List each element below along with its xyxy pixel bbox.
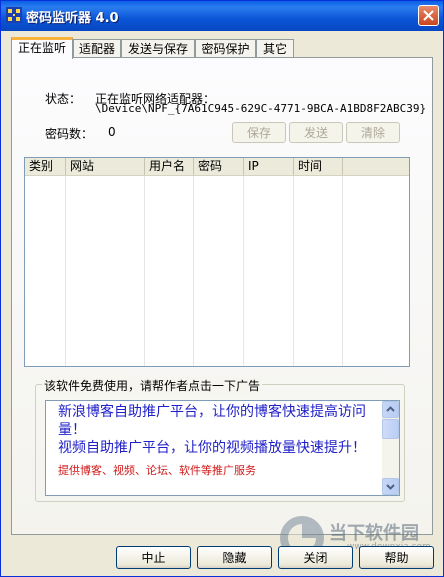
tab-label: 发送与保存 bbox=[127, 42, 188, 56]
column-header-ip[interactable]: IP bbox=[244, 158, 294, 175]
ad-panel[interactable]: 新浪博客自助推广平台，让你的博客快速提高访问量！ 视频自助推广平台，让你的视频播… bbox=[45, 400, 400, 496]
password-list[interactable]: 类别 网站 用户名 密码 IP 时间 bbox=[24, 157, 410, 367]
column-divider bbox=[144, 176, 145, 366]
password-count-value: 0 bbox=[108, 125, 116, 139]
status-label: 状态： bbox=[45, 92, 82, 106]
tab-adapter[interactable]: 适配器 bbox=[73, 39, 121, 57]
help-button[interactable]: 帮助 bbox=[359, 546, 434, 569]
column-divider bbox=[342, 176, 343, 366]
column-label: 密码 bbox=[198, 159, 223, 173]
column-header-category[interactable]: 类别 bbox=[25, 158, 66, 175]
title-bar[interactable]: 密码监听器 4.0 bbox=[1, 1, 443, 31]
column-label: IP bbox=[248, 159, 259, 173]
column-divider bbox=[243, 176, 244, 366]
column-divider bbox=[293, 176, 294, 366]
column-label: 类别 bbox=[29, 159, 54, 173]
ad-link-blog[interactable]: 新浪博客自助推广平台，让你的博客快速提高访问量！ bbox=[58, 403, 376, 439]
ad-link-video[interactable]: 视频自助推广平台，让你的视频播放量快速提升！ bbox=[58, 439, 376, 457]
save-button[interactable]: 保存 bbox=[232, 122, 286, 143]
tab-password-protect[interactable]: 密码保护 bbox=[195, 39, 256, 57]
column-label: 时间 bbox=[298, 159, 323, 173]
column-divider bbox=[65, 176, 66, 366]
close-button[interactable]: 关闭 bbox=[278, 546, 353, 569]
send-button[interactable]: 发送 bbox=[289, 122, 343, 143]
adapter-path: \Device\NPF_{7A61C945-629C-4771-9BCA-A1B… bbox=[95, 102, 427, 115]
column-header-password[interactable]: 密码 bbox=[194, 158, 244, 175]
chevron-down-icon bbox=[386, 484, 395, 490]
ad-group-title: 该软件免费使用，请帮作者点击一下广告 bbox=[42, 377, 263, 394]
tab-label: 其它 bbox=[262, 42, 287, 56]
list-header: 类别 网站 用户名 密码 IP 时间 bbox=[25, 158, 409, 176]
stop-button[interactable]: 中止 bbox=[116, 546, 191, 569]
tab-listening[interactable]: 正在监听 bbox=[11, 37, 73, 59]
chevron-up-icon bbox=[386, 406, 395, 412]
column-label: 网站 bbox=[70, 159, 95, 173]
tab-send-save[interactable]: 发送与保存 bbox=[121, 39, 195, 57]
window-title: 密码监听器 4.0 bbox=[26, 11, 119, 26]
app-window: 密码监听器 4.0 正在监听 适配器 发送与保存 密码保护 其它 状态： 正在监… bbox=[0, 0, 444, 577]
ad-scrollbar[interactable] bbox=[382, 401, 399, 495]
ad-content: 新浪博客自助推广平台，让你的博客快速提高访问量！ 视频自助推广平台，让你的视频播… bbox=[58, 403, 376, 478]
column-label: 用户名 bbox=[149, 159, 186, 173]
app-icon bbox=[6, 7, 22, 23]
ad-service-text[interactable]: 提供博客、视频、论坛、软件等推广服务 bbox=[58, 463, 376, 478]
password-count-label: 密码数： bbox=[45, 127, 94, 141]
column-header-time[interactable]: 时间 bbox=[294, 158, 343, 175]
close-icon[interactable] bbox=[418, 5, 439, 26]
tab-label: 适配器 bbox=[78, 42, 115, 56]
scroll-thumb[interactable] bbox=[382, 419, 399, 439]
clear-button[interactable]: 清除 bbox=[346, 122, 400, 143]
tab-label: 密码保护 bbox=[201, 42, 250, 56]
column-header-website[interactable]: 网站 bbox=[66, 158, 145, 175]
tab-other[interactable]: 其它 bbox=[256, 39, 294, 57]
column-header-username[interactable]: 用户名 bbox=[145, 158, 194, 175]
tab-label: 正在监听 bbox=[17, 41, 66, 55]
scroll-down-button[interactable] bbox=[382, 478, 399, 495]
scroll-up-button[interactable] bbox=[382, 401, 399, 418]
column-divider bbox=[193, 176, 194, 366]
hide-button[interactable]: 隐藏 bbox=[197, 546, 272, 569]
